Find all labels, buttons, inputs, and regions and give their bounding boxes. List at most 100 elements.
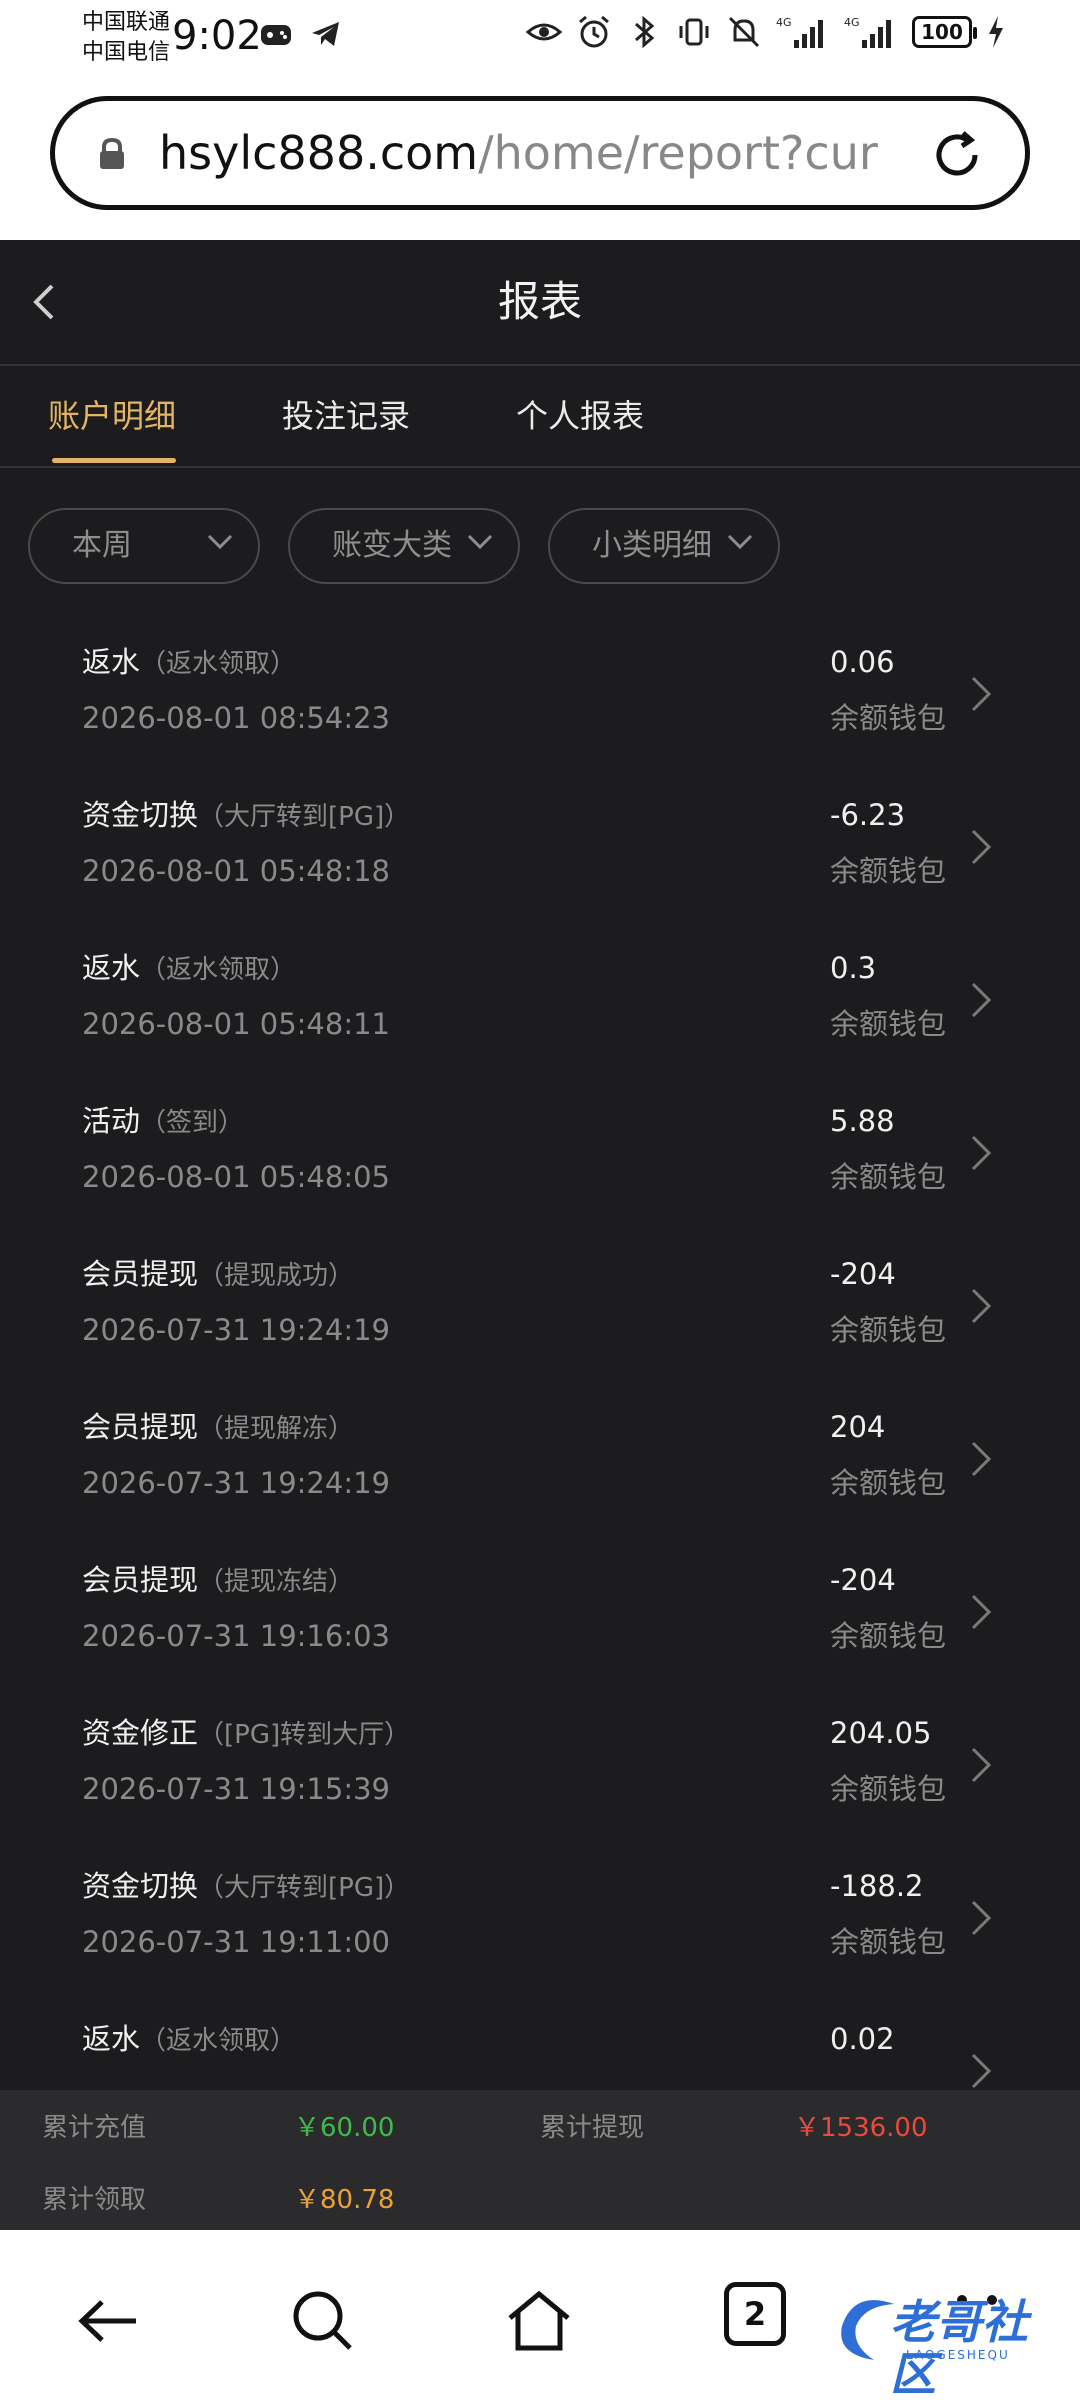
record-amount: -204: [830, 1257, 896, 1291]
game-controller-icon: [261, 25, 291, 45]
record-amount: 0.3: [830, 951, 877, 985]
list-item[interactable]: 返水（返水领取） 2026-08-01 05:48:11 0.3 余额钱包: [0, 928, 1080, 1081]
browser-nav-bar: 2 老哥社区 LAOGESHEQU: [0, 2230, 1080, 2400]
list-item[interactable]: 资金修正（[PG]转到大厅） 2026-07-31 19:15:39 204.0…: [0, 1693, 1080, 1846]
chevron-right-icon: [971, 982, 992, 1018]
chevron-right-icon: [971, 1288, 992, 1324]
system-icons: 4G 4G 100: [526, 14, 1006, 50]
total-withdraw-value: ￥1536.00: [794, 2113, 928, 2143]
eye-icon: [526, 23, 562, 41]
tabs-count-button[interactable]: 2: [724, 2282, 786, 2346]
home-icon[interactable]: [504, 2286, 574, 2356]
record-time: 2026-07-31 19:11:00: [82, 1925, 390, 1959]
record-wallet: 余额钱包: [830, 1160, 947, 1194]
url-host: hsylc888.com: [159, 126, 479, 180]
list-item[interactable]: 资金切换（大厅转到[PG]） 2026-07-31 19:11:00 -188.…: [0, 1846, 1080, 1999]
lock-icon[interactable]: [95, 137, 129, 171]
vibrate-icon: [679, 18, 709, 46]
tab-bet-records[interactable]: 投注记录: [282, 394, 410, 438]
record-time: 2026-07-31 19:24:19: [82, 1313, 390, 1347]
back-icon[interactable]: [74, 2286, 144, 2356]
record-subtype: （返水领取）: [140, 649, 297, 679]
battery-icon: 100: [912, 16, 977, 48]
total-recharge-value: ￥60.00: [294, 2113, 395, 2143]
browser-toolbar: hsylc888.com/home/report?currer: [0, 76, 1080, 240]
carrier-2: 中国电信: [82, 40, 171, 65]
record-time: 2026-08-01 08:54:23: [82, 701, 390, 735]
url-text[interactable]: hsylc888.com/home/report?currer: [159, 125, 879, 181]
list-item[interactable]: 会员提现（提现冻结） 2026-07-31 19:16:03 -204 余额钱包: [0, 1540, 1080, 1693]
filter-category[interactable]: 账变大类: [288, 508, 520, 584]
total-claim-value: ￥80.78: [294, 2185, 395, 2215]
watermark-logo: 老哥社区 LAOGESHEQU: [834, 2290, 1064, 2400]
filter-period[interactable]: 本周: [28, 508, 260, 584]
record-time: 2026-08-01 05:48:18: [82, 854, 390, 888]
record-subtype: （提现成功）: [198, 1261, 355, 1291]
record-subtype: （[PG]转到大厅）: [198, 1720, 411, 1750]
record-time: 2026-07-31 19:15:39: [82, 1772, 390, 1806]
address-bar[interactable]: hsylc888.com/home/report?currer: [50, 96, 1030, 210]
list-item[interactable]: 会员提现（提现成功） 2026-07-31 19:24:19 -204 余额钱包: [0, 1234, 1080, 1387]
record-subtype: （提现解冻）: [198, 1414, 355, 1444]
reload-icon[interactable]: [927, 125, 987, 185]
record-type-label: 会员提现: [82, 1563, 199, 1597]
record-type: 资金切换（大厅转到[PG]）: [82, 1866, 410, 1908]
record-wallet: 余额钱包: [830, 1772, 947, 1806]
record-amount: 5.88: [830, 1104, 895, 1138]
list-item[interactable]: 资金切换（大厅转到[PG]） 2026-08-01 05:48:18 -6.23…: [0, 775, 1080, 928]
list-item[interactable]: 会员提现（提现解冻） 2026-07-31 19:24:19 204 余额钱包: [0, 1387, 1080, 1540]
record-amount: 0.02: [830, 2022, 895, 2056]
mute-bell-icon: [728, 16, 760, 48]
chevron-right-icon: [971, 2053, 992, 2089]
notification-icons: [258, 16, 344, 52]
list-item[interactable]: 返水（返水领取） 2026-08-01 08:54:23 0.06 余额钱包: [0, 622, 1080, 775]
record-subtype: （返水领取）: [140, 2026, 297, 2056]
clock: 9:02: [172, 13, 262, 59]
chevron-right-icon: [971, 829, 992, 865]
record-wallet: 余额钱包: [830, 1313, 947, 1347]
list-item[interactable]: 活动（签到） 2026-08-01 05:48:05 5.88 余额钱包: [0, 1081, 1080, 1234]
record-type: 返水（返水领取）: [82, 948, 296, 990]
page-title: 报表: [497, 277, 582, 326]
record-type-label: 返水: [82, 2022, 141, 2056]
record-wallet: 余额钱包: [830, 1925, 947, 1959]
total-claim-label: 累计领取: [42, 2185, 147, 2215]
filter-bar: 本周 账变大类 小类明细: [0, 508, 1080, 588]
record-subtype: （提现冻结）: [198, 1567, 355, 1597]
record-subtype: （大厅转到[PG]）: [198, 802, 411, 832]
record-subtype: （返水领取）: [140, 955, 297, 985]
search-icon[interactable]: [288, 2286, 358, 2356]
chevron-right-icon: [971, 1135, 992, 1171]
record-subtype: （签到）: [140, 1108, 245, 1138]
record-type: 会员提现（提现解冻）: [82, 1407, 354, 1449]
tab-bar: 账户明细 投注记录 个人报表: [0, 366, 1080, 468]
record-amount: -204: [830, 1563, 896, 1597]
report-page: 报表 账户明细 投注记录 个人报表 本周 账变大类 小类明细 返水（返水领取） …: [0, 240, 1080, 2230]
record-type-label: 活动: [82, 1104, 141, 1138]
signal-1-icon: 4G: [776, 16, 823, 48]
record-wallet: 余额钱包: [830, 1007, 947, 1041]
chevron-right-icon: [971, 676, 992, 712]
signal-2-icon: 4G: [844, 16, 891, 48]
record-amount: -6.23: [830, 798, 906, 832]
record-time: 2026-08-01 05:48:11: [82, 1007, 390, 1041]
record-amount: 0.06: [830, 645, 895, 679]
record-amount: 204.05: [830, 1716, 932, 1750]
alarm-icon: [579, 15, 609, 48]
tab-personal-report[interactable]: 个人报表: [516, 394, 644, 438]
record-time: 2026-07-31 19:16:03: [82, 1619, 390, 1653]
record-time: 2026-08-01 05:48:05: [82, 1160, 390, 1194]
network-label-1: 4G: [776, 16, 792, 29]
summary-panel: 累计充值 ￥60.00 累计提现 ￥1536.00 累计领取 ￥80.78: [0, 2090, 1080, 2230]
tab-account-details[interactable]: 账户明细: [48, 394, 176, 438]
chevron-right-icon: [971, 1900, 992, 1936]
record-type: 资金切换（大厅转到[PG]）: [82, 795, 410, 837]
record-type-label: 会员提现: [82, 1410, 199, 1444]
network-label-2: 4G: [844, 16, 860, 29]
record-time: 2026-07-31 19:24:19: [82, 1466, 390, 1500]
record-type: 会员提现（提现冻结）: [82, 1560, 354, 1602]
telegram-icon: [312, 22, 339, 46]
filter-subcategory[interactable]: 小类明细: [548, 508, 780, 584]
chevron-right-icon: [971, 1747, 992, 1783]
bluetooth-icon: [635, 15, 655, 49]
